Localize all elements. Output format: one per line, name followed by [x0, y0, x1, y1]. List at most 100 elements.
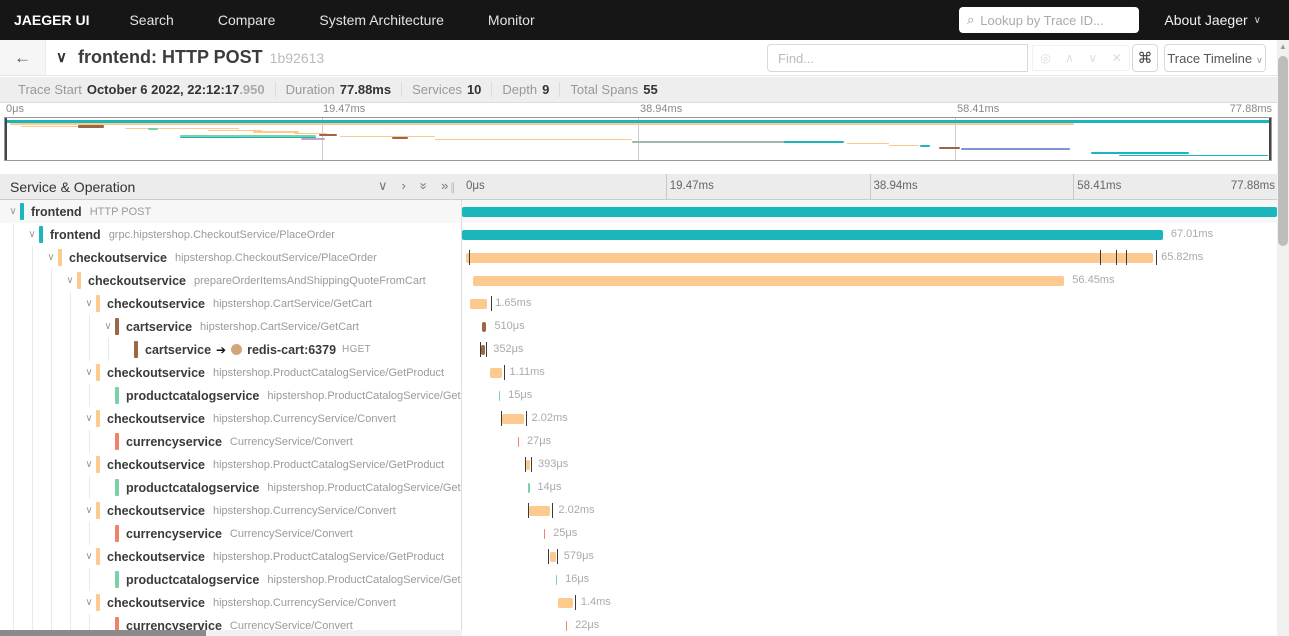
nav-item-compare[interactable]: Compare [196, 12, 298, 28]
span-timeline-cell[interactable]: 2.02ms [462, 499, 1277, 522]
span-expander-chevron-down-icon[interactable]: ∨ [82, 413, 96, 424]
trace-span-row[interactable]: productcatalogservice hipstershop.Product… [0, 476, 1277, 499]
trace-span-row[interactable]: ∨ checkoutservice hipstershop.CurrencyServ… [0, 407, 1277, 430]
span-expander-chevron-down-icon[interactable]: ∨ [82, 597, 96, 608]
span-duration-bar[interactable] [489, 368, 502, 378]
expand-one-icon[interactable]: › [402, 178, 406, 194]
span-duration-bar[interactable] [555, 575, 558, 585]
span-duration-bar[interactable] [529, 506, 551, 516]
trace-span-row[interactable]: ∨ frontend grpc.hipstershop.CheckoutServic… [0, 223, 1277, 246]
span-tree-cell[interactable]: ∨ frontend HTTP POST [0, 200, 462, 223]
span-duration-bar[interactable] [549, 552, 556, 562]
nav-item-monitor[interactable]: Monitor [466, 12, 557, 28]
span-duration-bar[interactable] [525, 460, 531, 470]
span-duration-bar[interactable] [466, 253, 1154, 263]
span-timeline-cell[interactable]: 22μs [462, 614, 1277, 636]
span-timeline-cell[interactable]: 15μs [462, 384, 1277, 407]
match-highlight-icon[interactable]: ◎ [1040, 51, 1050, 65]
next-match-icon[interactable]: ∨ [1088, 51, 1097, 65]
span-expander-chevron-down-icon[interactable]: ∨ [82, 505, 96, 516]
span-duration-bar[interactable] [462, 207, 1277, 217]
keyboard-shortcuts-button[interactable]: ⌘ [1132, 44, 1158, 72]
trace-span-row[interactable]: productcatalogservice hipstershop.Product… [0, 384, 1277, 407]
span-expander-chevron-down-icon[interactable]: ∨ [101, 321, 115, 332]
span-timeline-cell[interactable]: 352μs [462, 338, 1277, 361]
span-tree-cell[interactable]: currencyservice CurrencyService/Convert [0, 430, 462, 453]
span-tree-cell[interactable]: ∨ checkoutservice hipstershop.CurrencyServ… [0, 591, 462, 614]
span-timeline-cell[interactable]: 510μs [462, 315, 1277, 338]
expand-all-icon[interactable]: » [441, 178, 448, 194]
trace-span-row[interactable]: cartservice ➔ redis-cart:6379 HGET 352μs [0, 338, 1277, 361]
span-timeline-cell[interactable]: 1.11ms [462, 361, 1277, 384]
trace-span-row[interactable]: ∨ checkoutservice hipstershop.ProductCatal… [0, 545, 1277, 568]
span-timeline-cell[interactable]: 1.4ms [462, 591, 1277, 614]
span-tree-cell[interactable]: productcatalogservice hipstershop.Product… [0, 568, 462, 591]
trace-span-row[interactable]: ∨ checkoutservice hipstershop.CurrencyServ… [0, 499, 1277, 522]
trace-span-row[interactable]: ∨ frontend HTTP POST [0, 200, 1277, 223]
span-timeline-cell[interactable]: 393μs [462, 453, 1277, 476]
span-tree-cell[interactable]: currencyservice CurrencyService/Convert [0, 522, 462, 545]
span-tree-cell[interactable]: cartservice ➔ redis-cart:6379 HGET [0, 338, 462, 361]
find-input[interactable] [768, 50, 1027, 66]
minimap-left-scrubber[interactable] [5, 118, 7, 160]
scroll-up-icon[interactable]: ▲ [1277, 42, 1289, 51]
span-tree-cell[interactable]: ∨ frontend grpc.hipstershop.CheckoutServic… [0, 223, 462, 246]
collapse-header-icon[interactable]: ∨ [56, 48, 67, 66]
span-tree-cell[interactable]: ∨ checkoutservice hipstershop.CartService/… [0, 292, 462, 315]
span-duration-bar[interactable] [502, 414, 524, 424]
span-duration-bar[interactable] [543, 529, 546, 539]
about-jaeger-menu[interactable]: About Jaeger ∨ [1164, 0, 1261, 40]
span-timeline-cell[interactable]: 2.02ms [462, 407, 1277, 430]
span-duration-bar[interactable] [473, 276, 1065, 286]
nav-item-search[interactable]: Search [107, 12, 195, 28]
span-timeline-cell[interactable]: 14μs [462, 476, 1277, 499]
trace-span-row[interactable]: productcatalogservice hipstershop.Product… [0, 568, 1277, 591]
span-duration-bar[interactable] [462, 230, 1163, 240]
span-tree-cell[interactable]: ∨ checkoutservice hipstershop.ProductCatal… [0, 453, 462, 476]
span-timeline-cell[interactable]: 1.65ms [462, 292, 1277, 315]
span-expander-chevron-down-icon[interactable]: ∨ [6, 206, 20, 217]
column-resize-grip[interactable]: ∥ [450, 181, 457, 194]
span-timeline-cell[interactable] [462, 200, 1277, 223]
trace-span-row[interactable]: ∨ cartservice hipstershop.CartService/GetC… [0, 315, 1277, 338]
vertical-scrollbar-thumb[interactable] [1278, 56, 1288, 246]
trace-span-row[interactable]: ∨ checkoutservice hipstershop.CurrencyServ… [0, 591, 1277, 614]
horizontal-scrollbar-thumb[interactable] [0, 630, 206, 636]
span-timeline-cell[interactable]: 67.01ms [462, 223, 1277, 246]
trace-span-row[interactable]: currencyservice CurrencyService/Convert 25… [0, 522, 1277, 545]
span-timeline-cell[interactable]: 56.45ms [462, 269, 1277, 292]
trace-span-row[interactable]: currencyservice CurrencyService/Convert 27… [0, 430, 1277, 453]
span-tree-cell[interactable]: ∨ checkoutservice prepareOrderItemsAndShip… [0, 269, 462, 292]
horizontal-scrollbar[interactable] [0, 630, 462, 636]
span-duration-bar[interactable] [517, 437, 520, 447]
span-expander-chevron-down-icon[interactable]: ∨ [82, 551, 96, 562]
span-tree-cell[interactable]: ∨ checkoutservice hipstershop.ProductCatal… [0, 545, 462, 568]
span-tree-cell[interactable]: ∨ checkoutservice hipstershop.CheckoutServ… [0, 246, 462, 269]
span-tree-cell[interactable]: productcatalogservice hipstershop.Product… [0, 476, 462, 499]
collapse-one-icon[interactable]: ∨ [378, 178, 388, 194]
trace-view-selector[interactable]: Trace Timeline ∨ [1164, 44, 1266, 72]
span-duration-bar[interactable] [558, 598, 573, 608]
trace-span-row[interactable]: ∨ checkoutservice prepareOrderItemsAndShip… [0, 269, 1277, 292]
app-logo[interactable]: JAEGER UI [0, 12, 107, 28]
trace-span-row[interactable]: ∨ checkoutservice hipstershop.ProductCatal… [0, 453, 1277, 476]
span-duration-bar[interactable] [565, 621, 568, 631]
span-duration-bar[interactable] [481, 322, 487, 332]
span-expander-chevron-down-icon[interactable]: ∨ [44, 252, 58, 263]
minimap-right-scrubber[interactable] [1269, 118, 1271, 160]
span-expander-chevron-down-icon[interactable]: ∨ [82, 367, 96, 378]
nav-item-system-architecture[interactable]: System Architecture [297, 12, 466, 28]
trace-span-row[interactable]: ∨ checkoutservice hipstershop.CheckoutServ… [0, 246, 1277, 269]
find-input-box[interactable] [767, 44, 1028, 72]
span-tree-cell[interactable]: productcatalogservice hipstershop.Product… [0, 384, 462, 407]
trace-span-row[interactable]: ∨ checkoutservice hipstershop.CartService/… [0, 292, 1277, 315]
span-timeline-cell[interactable]: 25μs [462, 522, 1277, 545]
span-timeline-cell[interactable]: 27μs [462, 430, 1277, 453]
span-duration-bar[interactable] [528, 483, 530, 493]
span-duration-bar[interactable] [481, 345, 486, 355]
span-tree-cell[interactable]: ∨ cartservice hipstershop.CartService/GetC… [0, 315, 462, 338]
span-expander-chevron-down-icon[interactable]: ∨ [82, 298, 96, 309]
back-button[interactable]: ← [0, 40, 46, 75]
trace-lookup-box[interactable]: ⌕ [959, 7, 1139, 33]
span-expander-chevron-down-icon[interactable]: ∨ [63, 275, 77, 286]
